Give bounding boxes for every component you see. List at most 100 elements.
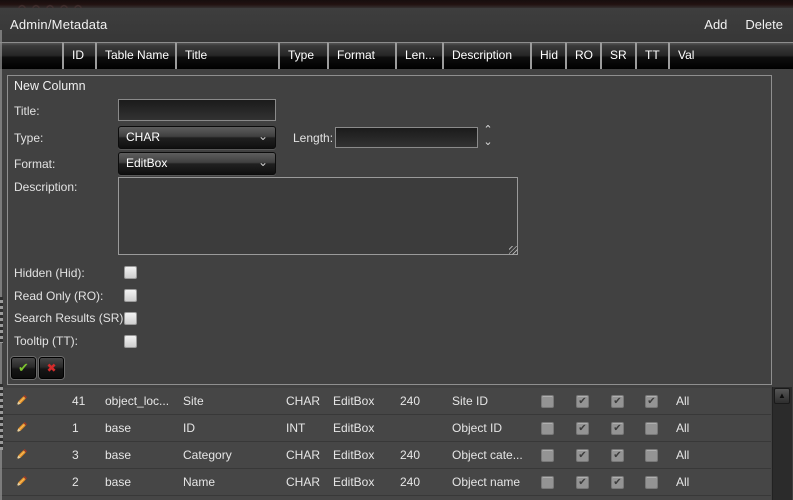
format-select[interactable]: EditBox ⌄ [118,152,276,175]
sr-checkbox[interactable] [611,395,624,408]
column-header-sr[interactable]: SR [600,42,635,69]
edit-pencil-icon[interactable] [13,420,29,436]
readonly-checkbox[interactable] [124,289,137,302]
tt-checkbox[interactable] [645,395,658,408]
readonly-label: Read Only (RO): [14,289,104,303]
pencil-icon [16,394,28,406]
row-cell-type: CHAR [286,475,321,489]
column-header-hid[interactable]: Hid [530,42,565,69]
column-header-val[interactable]: Val [668,42,793,69]
pencil-icon [16,475,28,487]
row-cell-title: Site [183,394,204,408]
row-cell-val: All [676,448,690,462]
edit-pencil-icon[interactable] [13,474,29,490]
row-cell-format: EditBox [333,448,375,462]
column-header-ro[interactable]: RO [565,42,600,69]
splitter-handle[interactable] [0,384,3,450]
row-cell-val: All [676,475,690,489]
row-cell-format: EditBox [333,475,375,489]
spinner-down-icon[interactable]: ⌄ [481,137,495,149]
edit-pencil-icon[interactable] [13,447,29,463]
cancel-button[interactable]: ✖ [39,357,64,379]
hidden-label: Hidden (Hid): [14,266,85,280]
scroll-up-button[interactable]: ▲ [774,388,790,404]
column-header-edit[interactable] [0,42,62,69]
chevron-down-icon: ⌄ [257,129,268,143]
grid-header: ID Table Name Title Type Format Len... Descrip… [0,42,793,69]
edit-pencil-icon[interactable] [13,393,29,409]
tooltip-label: Tooltip (TT): [14,334,79,348]
tt-checkbox[interactable] [645,449,658,462]
resize-grip-icon[interactable] [509,246,518,255]
row-cell-table-name: base [105,475,132,489]
ro-checkbox[interactable] [576,422,589,435]
search-results-label: Search Results (SR): [14,311,127,325]
sr-checkbox[interactable] [611,476,624,489]
format-select-value: EditBox [126,156,168,170]
type-label: Type: [14,131,44,145]
column-header-id[interactable]: ID [62,42,95,69]
tooltip-checkbox[interactable] [124,335,137,348]
chevron-down-icon: ⌄ [257,155,268,169]
row-cell-id: 3 [72,448,79,462]
row-cell-format: EditBox [333,394,375,408]
row-cell-val: All [676,394,690,408]
length-label: Length: [293,131,334,145]
column-header-len[interactable]: Len... [395,42,442,69]
column-header-tt[interactable]: TT [635,42,668,69]
sr-checkbox[interactable] [611,449,624,462]
title-label: Title: [14,104,40,118]
check-icon: ✔ [18,360,29,375]
row-cell-id: 41 [72,394,86,408]
type-select[interactable]: CHAR ⌄ [118,126,276,149]
row-cell-type: CHAR [286,394,321,408]
ro-checkbox[interactable] [576,395,589,408]
column-header-tablename[interactable]: Table Name [95,42,175,69]
hid-checkbox[interactable] [541,476,554,489]
row-cell-val: All [676,421,690,435]
confirm-button[interactable]: ✔ [11,357,36,379]
x-icon: ✖ [46,361,57,375]
row-cell-format: EditBox [333,421,375,435]
column-header-format[interactable]: Format [327,42,395,69]
table-row[interactable]: 3 base Category CHAR EditBox 240 Object cate..… [0,442,771,469]
length-input[interactable] [335,127,478,148]
row-cell-title: Name [183,475,216,489]
delete-button[interactable]: Delete [745,17,783,32]
add-button[interactable]: Add [704,17,727,32]
row-cell-id: 2 [72,475,79,489]
table-row[interactable]: 2 base Name CHAR EditBox 240 Object name All [0,469,771,496]
length-spinner: ⌃ ⌄ [481,125,495,151]
row-cell-id: 1 [72,421,79,435]
hid-checkbox[interactable] [541,395,554,408]
column-header-title[interactable]: Title [175,42,278,69]
row-cell-description: Object ID [452,421,503,435]
sr-checkbox[interactable] [611,422,624,435]
grid-rows: 41 object_loc... Site CHAR EditBox 240 Site ID… [0,388,771,500]
row-cell-len: 240 [400,394,421,408]
search-results-checkbox[interactable] [124,312,137,325]
format-label: Format: [14,157,56,171]
row-cell-len: 240 [400,475,421,489]
table-row[interactable]: 41 object_loc... Site CHAR EditBox 240 Site ID… [0,388,771,415]
tt-checkbox[interactable] [645,422,658,435]
row-cell-description: Object cate... [452,448,523,462]
hidden-checkbox[interactable] [124,266,137,279]
tt-checkbox[interactable] [645,476,658,489]
admin-metadata-window: Admin/Metadata Add Delete ID Table Name Ti… [0,0,793,500]
title-input[interactable] [118,99,276,121]
row-cell-description: Object name [452,475,521,489]
vertical-scrollbar[interactable]: ▲ [772,387,792,500]
column-header-description[interactable]: Description [442,42,530,69]
ro-checkbox[interactable] [576,476,589,489]
table-row[interactable]: 1 base ID INT EditBox Object ID All [0,415,771,442]
hid-checkbox[interactable] [541,422,554,435]
column-header-type[interactable]: Type [278,42,327,69]
description-textarea[interactable] [118,177,518,255]
panel-title: New Column [14,79,86,93]
pencil-icon [16,421,28,433]
splitter-handle[interactable] [0,297,3,343]
hid-checkbox[interactable] [541,449,554,462]
cropped-window-top-strip [0,0,793,8]
ro-checkbox[interactable] [576,449,589,462]
